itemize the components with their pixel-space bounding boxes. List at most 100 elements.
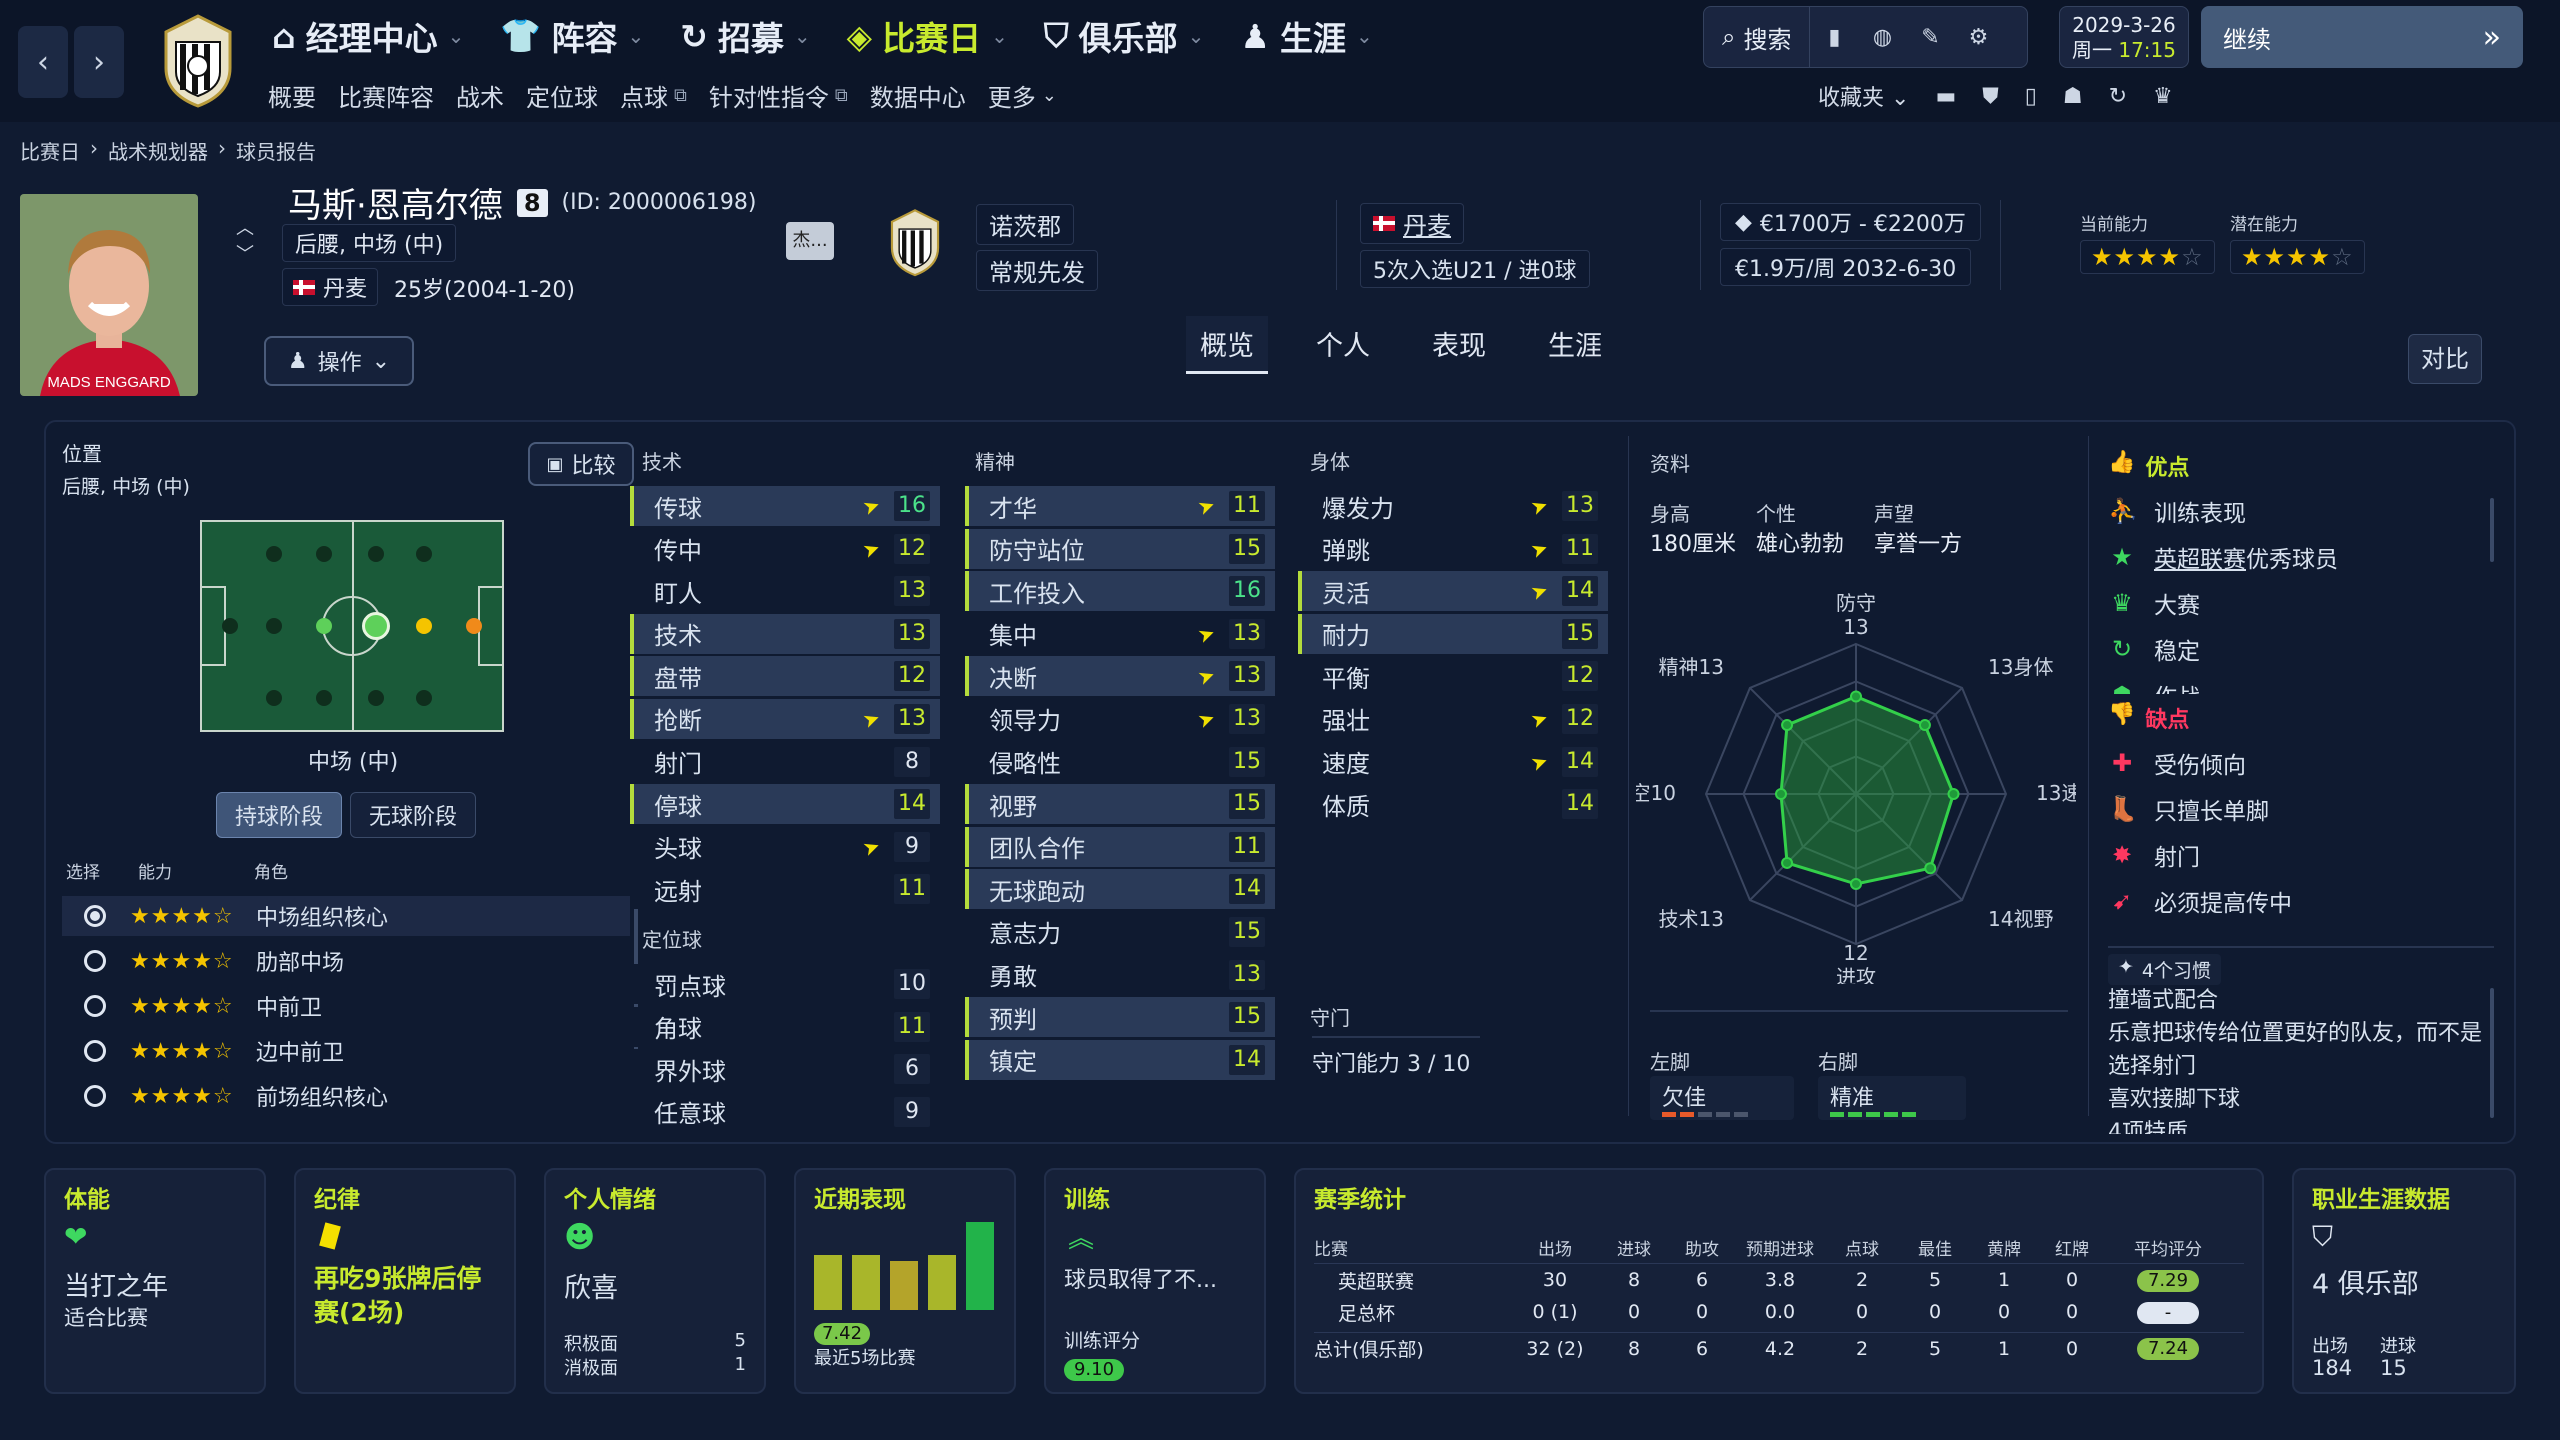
career-stats-card[interactable]: 职业生涯数据 ⛉ 4 俱乐部 出场 进球 184 15 xyxy=(2292,1168,2516,1394)
attribute-row[interactable]: 强壮 ➤ 12 xyxy=(1298,698,1608,739)
nav-recruit[interactable]: ↻ 招募 ⌄ xyxy=(680,12,810,60)
compare-small-button[interactable]: ▣ 比较 xyxy=(528,442,634,486)
season-row[interactable]: 总计(俱乐部) 32 (2) 8 6 4.2 2 5 1 0 7.24 xyxy=(1314,1332,2244,1364)
search-button[interactable]: ⌕ 搜索 xyxy=(1704,7,1811,67)
scrollbar[interactable] xyxy=(2490,498,2494,562)
attribute-row[interactable]: 灵活 ➤ 14 xyxy=(1298,571,1608,612)
role-radio[interactable] xyxy=(84,950,106,972)
attribute-row[interactable]: 意志力 15 xyxy=(965,911,1275,952)
attribute-row[interactable]: 领导力 ➤ 13 xyxy=(965,698,1275,739)
attribute-row[interactable]: 停球 14 xyxy=(630,784,940,825)
attribute-row[interactable]: 远射 11 xyxy=(630,869,940,910)
operate-button[interactable]: ♟ 操作 ⌄ xyxy=(264,336,414,386)
season-row[interactable]: 足总杯 0 (1) 0 0 0.0 0 0 0 0 - xyxy=(1314,1296,2244,1328)
personality-button[interactable]: 杰... xyxy=(786,222,834,260)
attribute-row[interactable]: 传球 ➤ 16 xyxy=(630,486,940,526)
shirt-icon[interactable]: ⛊ xyxy=(1982,84,1999,109)
strength-item[interactable]: ↻ 稳定 xyxy=(2108,626,2488,672)
player-switch[interactable]: ︿ ﹀ xyxy=(236,216,254,268)
attribute-row[interactable]: 预判 15 xyxy=(965,997,1275,1038)
in-possession-button[interactable]: 持球阶段 xyxy=(216,792,343,838)
out-of-possession-button[interactable]: 无球阶段 xyxy=(350,792,477,838)
subnav-datahub[interactable]: 数据中心 xyxy=(870,78,966,113)
discipline-card[interactable]: 纪律 再吃9张牌后停赛(2场) xyxy=(294,1168,516,1394)
weakness-item[interactable]: ➹ 必须提高传中 xyxy=(2108,878,2488,924)
role-row[interactable]: ★★★★☆ 中前卫 xyxy=(62,986,630,1026)
weakness-item[interactable]: ✚ 受伤倾向 xyxy=(2108,740,2488,786)
tab-performance[interactable]: 表现 xyxy=(1418,316,1500,374)
form-card[interactable]: 近期表现 7.42 最近5场比赛 xyxy=(794,1168,1016,1394)
subnav-opposition[interactable]: 针对性指令 ⧉ xyxy=(709,78,848,113)
attribute-row[interactable]: 弹跳 ➤ 11 xyxy=(1298,528,1608,569)
attribute-row[interactable]: 侵略性 15 xyxy=(965,741,1275,782)
club-name[interactable]: 诺茨郡 xyxy=(976,204,1074,245)
strength-item[interactable]: ☗ 作战 xyxy=(2108,672,2488,694)
weakness-item[interactable]: 👢 只擅长单脚 xyxy=(2108,786,2488,832)
club-crest-icon[interactable] xyxy=(886,206,944,278)
attribute-row[interactable]: 角球 11 xyxy=(630,1006,940,1047)
attribute-row[interactable]: 盘带 12 xyxy=(630,656,940,697)
attribute-row[interactable]: 防守站位 15 xyxy=(965,528,1275,569)
tab-personal[interactable]: 个人 xyxy=(1302,316,1384,374)
season-stats-card[interactable]: 赛季统计 比赛 出场 进球 助攻 预期进球 点球 最佳 黄牌 红牌 平均评分 英超联赛 30 8 6 3.8… xyxy=(1294,1168,2264,1394)
refresh-icon[interactable]: ↻ xyxy=(2109,84,2127,109)
attribute-row[interactable]: 镇定 14 xyxy=(965,1039,1275,1080)
globe-icon[interactable]: ◍ xyxy=(1858,7,1906,67)
player-nationality[interactable]: 丹麦 xyxy=(282,268,379,306)
role-row[interactable]: ★★★★☆ 肋部中场 xyxy=(62,941,630,981)
attribute-row[interactable]: 爆发力 ➤ 13 xyxy=(1298,486,1608,526)
chat-icon[interactable]: ▬ xyxy=(1935,84,1956,109)
attribute-row[interactable]: 头球 ➤ 9 xyxy=(630,826,940,867)
attribute-row[interactable]: 罚点球 10 xyxy=(630,964,940,1004)
gear-icon[interactable]: ⚙ xyxy=(1954,7,2002,67)
favorites-dropdown[interactable]: 收藏夹 ⌄ xyxy=(1818,80,1909,112)
tab-overview[interactable]: 概览 xyxy=(1186,316,1268,374)
date-time[interactable]: 2029-3-26 周一 17:15 xyxy=(2059,6,2189,68)
compare-button[interactable]: 对比 xyxy=(2408,334,2482,384)
attribute-row[interactable]: 抢断 ➤ 13 xyxy=(630,698,940,739)
scrollbar[interactable] xyxy=(2490,988,2494,1118)
attribute-row[interactable]: 盯人 13 xyxy=(630,571,940,612)
subnav-setpieces[interactable]: 定位球 xyxy=(526,78,598,113)
attribute-row[interactable]: 视野 15 xyxy=(965,784,1275,825)
edit-icon[interactable]: ✎ xyxy=(1906,7,1954,67)
habits-header[interactable]: ✦ 4个习惯 xyxy=(2108,954,2222,985)
breadcrumb-matchday[interactable]: 比赛日 xyxy=(20,136,80,165)
attribute-row[interactable]: 速度 ➤ 14 xyxy=(1298,741,1608,782)
attribute-row[interactable]: 勇敢 13 xyxy=(965,954,1275,995)
attribute-row[interactable]: 工作投入 16 xyxy=(965,571,1275,612)
back-button[interactable]: ‹ xyxy=(18,26,68,98)
tab-career[interactable]: 生涯 xyxy=(1534,316,1616,374)
bookmark-icon[interactable]: ▮ xyxy=(1810,7,1858,67)
attribute-row[interactable]: 技术 13 xyxy=(630,613,940,654)
club-crest-icon[interactable] xyxy=(158,10,238,110)
role-radio[interactable] xyxy=(84,1085,106,1107)
attribute-row[interactable]: 无球跑动 14 xyxy=(965,869,1275,910)
nav-squad[interactable]: 👕 阵容 ⌄ xyxy=(500,12,644,60)
subnav-lineup[interactable]: 比赛阵容 xyxy=(338,78,434,113)
fitness-card[interactable]: 体能 ❤ 当打之年 适合比赛 xyxy=(44,1168,266,1394)
nav-manager-center[interactable]: ⌂ 经理中心 ⌄ xyxy=(272,12,464,60)
morale-card[interactable]: 个人情绪 ☻ 欣喜 积极面 5 消极面 1 xyxy=(544,1168,766,1394)
attribute-row[interactable]: 才华 ➤ 11 xyxy=(965,486,1275,526)
season-row[interactable]: 英超联赛 30 8 6 3.8 2 5 1 0 7.29 xyxy=(1314,1264,2244,1296)
chevron-up-icon[interactable]: ︿ xyxy=(236,216,254,242)
attribute-row[interactable]: 界外球 6 xyxy=(630,1049,940,1090)
role-radio[interactable] xyxy=(84,905,106,927)
attribute-row[interactable]: 传中 ➤ 12 xyxy=(630,528,940,569)
subnav-more[interactable]: 更多 ⌄ xyxy=(988,78,1057,113)
continue-button[interactable]: 继续 » xyxy=(2201,6,2523,68)
chevron-down-icon[interactable]: ﹀ xyxy=(236,242,254,268)
trophy-icon[interactable]: ♛ xyxy=(2153,84,2173,109)
training-card[interactable]: 训练 ︽ 球员取得了不... 训练评分 9.10 xyxy=(1044,1168,1266,1394)
people-icon[interactable]: ☗ xyxy=(2063,84,2083,109)
subnav-tactics[interactable]: 战术 xyxy=(456,78,504,113)
role-radio[interactable] xyxy=(84,1040,106,1062)
attribute-row[interactable]: 团队合作 11 xyxy=(965,826,1275,867)
national-team[interactable]: 丹麦 xyxy=(1360,203,1464,244)
strength-item[interactable]: ★ 英超联赛优秀球员 xyxy=(2108,534,2488,580)
subnav-penalties[interactable]: 点球 ⧉ xyxy=(620,78,687,113)
attribute-row[interactable]: 射门 8 xyxy=(630,741,940,782)
strength-item[interactable]: ⛹ 训练表现 xyxy=(2108,488,2488,534)
role-row[interactable]: ★★★★☆ 边中前卫 xyxy=(62,1031,630,1071)
